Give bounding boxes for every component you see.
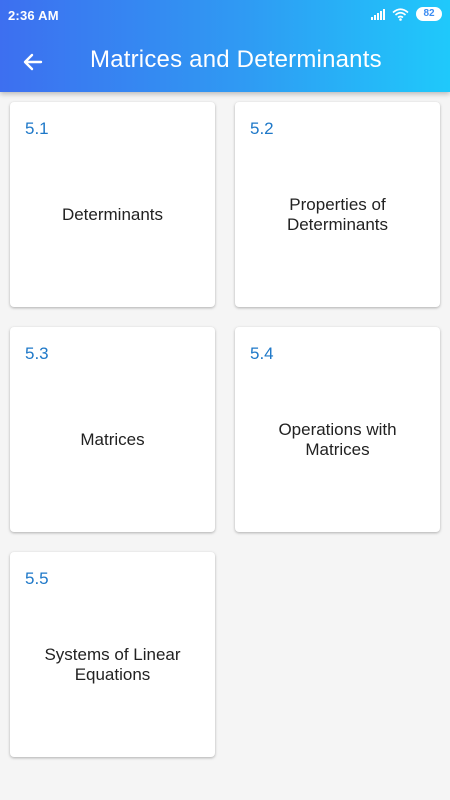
section-number: 5.1 (25, 119, 49, 138)
section-grid: 5.1 Determinants 5.2 Properties of Deter… (0, 0, 450, 800)
section-card[interactable]: 5.2 Properties of Determinants (235, 102, 440, 307)
app-bar: Matrices and Determinants (0, 30, 450, 92)
section-number: 5.5 (25, 569, 49, 588)
page-title: Matrices and Determinants (90, 46, 382, 73)
section-title: Operations with Matrices (278, 419, 397, 459)
status-time: 2:36 AM (8, 8, 59, 23)
section-number: 5.3 (25, 344, 49, 363)
section-title: Determinants (61, 204, 164, 224)
signal-icon (371, 8, 385, 20)
back-button[interactable] (18, 47, 48, 77)
status-icons: 82 (371, 7, 442, 21)
top-bar: 2:36 AM 82 Matrices and Determinants (0, 0, 450, 92)
section-title: Properties of Determinants (286, 194, 389, 234)
section-title: Systems of Linear Equations (44, 644, 181, 684)
section-title: Matrices (80, 429, 145, 449)
wifi-icon (392, 7, 409, 21)
section-number: 5.2 (250, 119, 274, 138)
section-card[interactable]: 5.1 Determinants (10, 102, 215, 307)
section-card[interactable]: 5.3 Matrices (10, 327, 215, 532)
arrow-back-icon (23, 53, 43, 71)
battery-icon: 82 (416, 7, 442, 21)
section-card[interactable]: 5.5 Systems of Linear Equations (10, 552, 215, 757)
status-bar: 2:36 AM 82 (0, 0, 450, 30)
section-card[interactable]: 5.4 Operations with Matrices (235, 327, 440, 532)
section-number: 5.4 (250, 344, 274, 363)
